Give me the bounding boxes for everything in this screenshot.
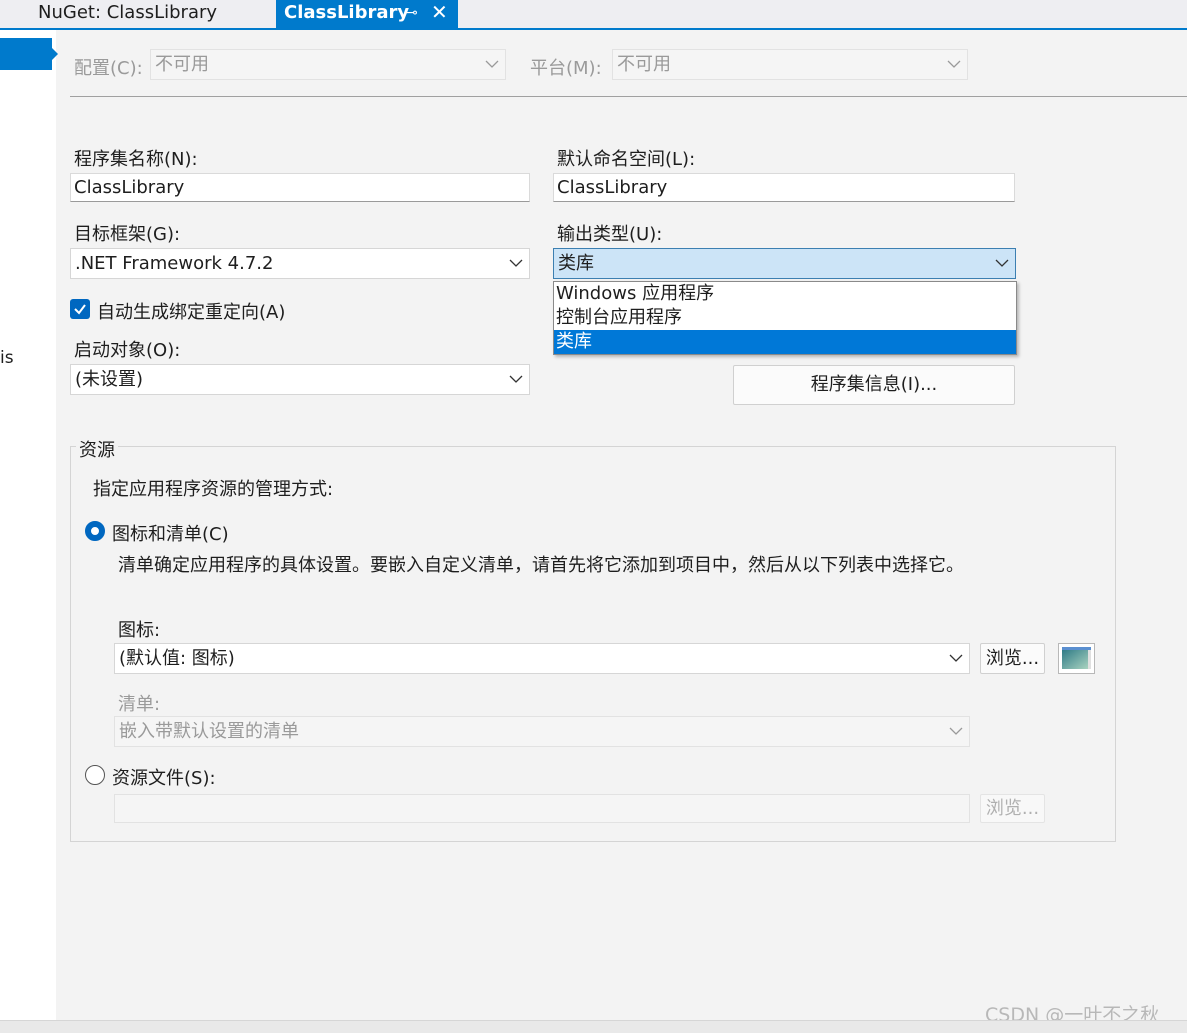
target-framework-label: 目标框架(G): xyxy=(74,224,181,245)
configuration-value: 不可用 xyxy=(155,54,209,75)
manifest-value: 嵌入带默认设置的清单 xyxy=(119,721,299,742)
nav-item-application-selected[interactable] xyxy=(0,38,58,70)
output-type-dropdown-list: Windows 应用程序 控制台应用程序 类库 xyxy=(553,281,1017,355)
property-page-nav: is xyxy=(0,30,58,1033)
icon-dropdown[interactable]: (默认值: 图标) xyxy=(114,643,970,674)
output-type-dropdown[interactable]: 类库 xyxy=(553,248,1016,279)
startup-object-dropdown[interactable]: (未设置) xyxy=(70,364,530,395)
assembly-name-input[interactable]: ClassLibrary xyxy=(70,173,530,202)
pin-icon[interactable]: ⊸ xyxy=(406,0,418,26)
icon-label: 图标: xyxy=(118,620,161,641)
tab-label: NuGet: ClassLibrary xyxy=(38,2,218,23)
application-icon-preview xyxy=(1058,643,1095,674)
default-namespace-input[interactable]: ClassLibrary xyxy=(553,173,1015,202)
output-type-option[interactable]: Windows 应用程序 xyxy=(554,282,1016,306)
assembly-info-button[interactable]: 程序集信息(I)... xyxy=(733,365,1015,405)
manifest-label: 清单: xyxy=(118,694,161,715)
resource-file-input xyxy=(114,794,970,823)
document-tab-strip: NuGet: ClassLibrary ClassLibrary ⊸ ✕ xyxy=(0,0,1187,30)
icon-manifest-radio-label[interactable]: 图标和清单(C) xyxy=(112,520,229,546)
chevron-down-icon xyxy=(949,644,963,673)
platform-dropdown: 不可用 xyxy=(612,49,968,80)
manifest-dropdown: 嵌入带默认设置的清单 xyxy=(114,716,970,747)
auto-binding-checkbox[interactable] xyxy=(70,299,90,319)
chevron-down-icon xyxy=(509,365,523,394)
output-type-value: 类库 xyxy=(558,253,594,274)
chevron-down-icon xyxy=(485,50,499,79)
output-type-option[interactable]: 控制台应用程序 xyxy=(554,306,1016,330)
tab-classlibrary[interactable]: ClassLibrary ⊸ ✕ xyxy=(276,0,458,28)
tab-label: ClassLibrary xyxy=(284,2,410,23)
icon-manifest-radio[interactable] xyxy=(85,521,105,541)
chevron-down-icon xyxy=(949,717,963,746)
chevron-down-icon xyxy=(509,249,523,278)
chevron-down-icon xyxy=(995,249,1009,278)
startup-object-value: (未设置) xyxy=(75,369,144,390)
chevron-down-icon xyxy=(947,50,961,79)
icon-browse-button[interactable]: 浏览... xyxy=(980,643,1045,674)
target-framework-dropdown[interactable]: .NET Framework 4.7.2 xyxy=(70,248,530,279)
startup-object-label: 启动对象(O): xyxy=(74,340,181,361)
close-icon[interactable]: ✕ xyxy=(431,0,448,25)
default-namespace-label: 默认命名空间(L): xyxy=(557,149,696,170)
section-divider xyxy=(70,96,1187,97)
icon-value: (默认值: 图标) xyxy=(119,648,235,669)
checkmark-icon xyxy=(74,304,86,315)
application-window-icon xyxy=(1062,647,1091,669)
output-type-option-selected[interactable]: 类库 xyxy=(554,330,1016,354)
icon-manifest-help-text: 清单确定应用程序的具体设置。要嵌入自定义清单，请首先将它添加到项目中，然后从以下… xyxy=(118,555,964,576)
tab-nuget-classlibrary[interactable]: NuGet: ClassLibrary xyxy=(30,0,275,28)
configuration-dropdown: 不可用 xyxy=(150,49,506,80)
target-framework-value: .NET Framework 4.7.2 xyxy=(75,253,274,274)
resources-group-title: 资源 xyxy=(76,436,118,462)
platform-value: 不可用 xyxy=(617,54,671,75)
output-type-label: 输出类型(U): xyxy=(557,224,663,245)
resource-file-radio-label[interactable]: 资源文件(S): xyxy=(112,764,216,790)
nav-item-truncated-text[interactable]: is xyxy=(0,348,14,368)
bottom-scroll-area xyxy=(0,1020,1187,1033)
platform-label: 平台(M): xyxy=(530,58,602,79)
resource-file-radio[interactable] xyxy=(85,765,105,785)
assembly-name-label: 程序集名称(N): xyxy=(74,149,198,170)
auto-binding-label[interactable]: 自动生成绑定重定向(A) xyxy=(97,298,285,324)
resource-browse-button: 浏览... xyxy=(980,794,1045,823)
resources-description: 指定应用程序资源的管理方式: xyxy=(93,479,334,500)
configuration-label: 配置(C): xyxy=(74,58,143,79)
